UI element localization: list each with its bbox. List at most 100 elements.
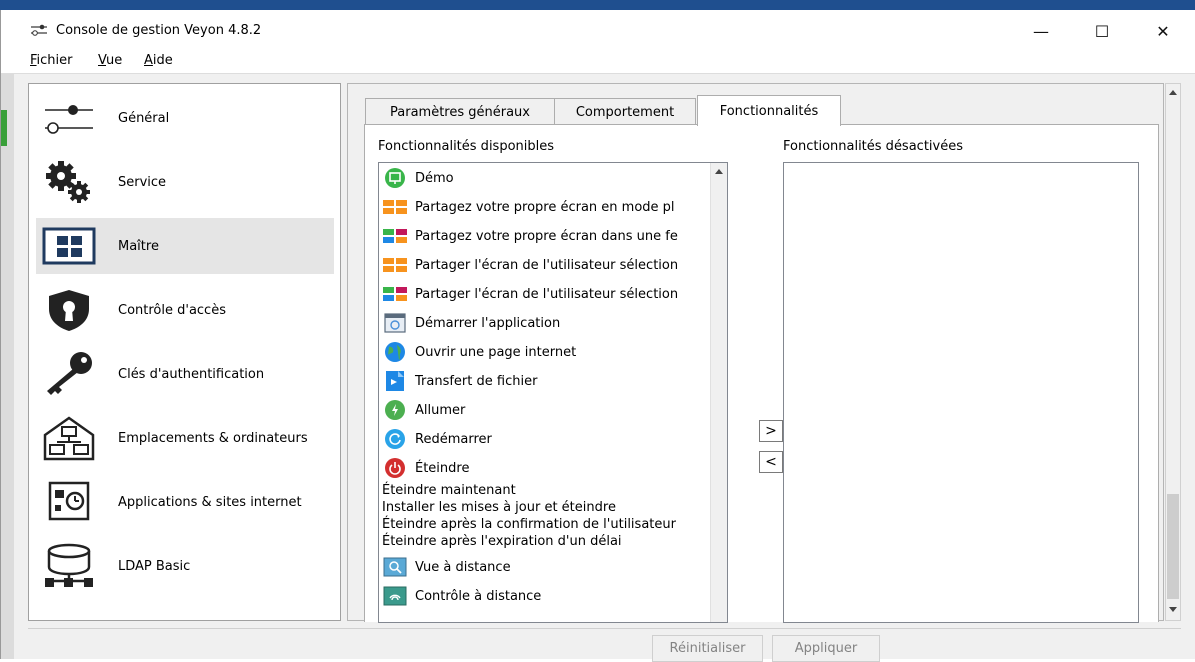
menu-label: ichier [36,53,73,68]
list-item[interactable]: Vue à distance [383,553,511,581]
feature-label: Partagez votre propre écran en mode pl [415,199,675,215]
move-to-disabled-button[interactable]: > [759,420,783,442]
master-grid-icon [42,227,96,265]
feature-label: Ouvrir une page internet [415,344,577,360]
menu-bar: Fichier Vue Aide [1,50,1195,74]
disabled-features-label: Fonctionnalités désactivées [783,139,963,154]
title-bar: Console de gestion Veyon 4.8.2 — ☐ ✕ [1,10,1195,50]
move-to-available-button[interactable]: < [759,451,783,473]
sidebar-item-ldap[interactable]: LDAP Basic [36,538,334,594]
start-app-icon [383,312,407,334]
screen-share-fullscreen-icon [383,254,407,276]
tab-fonctionnalites[interactable]: Fonctionnalités [697,95,841,126]
feature-label: Transfert de fichier [415,373,538,389]
feature-label: Contrôle à distance [415,588,542,604]
reset-button[interactable]: Réinitialiser [652,635,763,662]
sidebar-item-service[interactable]: Service [36,154,334,210]
apply-button[interactable]: Appliquer [772,635,880,662]
screen-share-fullscreen-icon [383,196,407,218]
list-item[interactable]: Transfert de fichier [383,367,537,395]
sidebar-item-label: Général [118,110,170,126]
house-network-icon [43,416,95,461]
list-item[interactable]: Allumer [383,396,465,424]
list-item[interactable]: Démo [383,164,454,192]
sidebar-item-cles[interactable]: Clés d'authentification [36,346,334,402]
sidebar-item-general[interactable]: Général [36,90,334,146]
menu-aide[interactable]: Aide [144,53,173,68]
restart-icon [383,428,407,450]
sidebar-item-maitre[interactable]: Maître [36,218,334,274]
demo-screen-icon [383,167,407,189]
available-list-scrollbar[interactable] [710,163,727,622]
maximize-button[interactable]: ☐ [1082,18,1122,44]
power-off-icon [383,457,407,479]
key-icon [47,352,92,395]
minimize-button[interactable]: — [1021,18,1061,44]
sidebar-item-label: Contrôle d'accès [118,302,226,318]
sidebar-item-label: Emplacements & ordinateurs [118,430,308,446]
gears-icon [46,161,90,203]
list-item[interactable]: Éteindre [383,454,469,482]
feature-text-item[interactable]: Éteindre maintenant [382,483,516,500]
window-title: Console de gestion Veyon 4.8.2 [56,23,262,38]
sidebar-item-label: Service [118,174,167,190]
veyon-app-icon [31,24,47,36]
scrollbar-thumb[interactable] [1167,494,1179,599]
disabled-features-list[interactable] [783,162,1139,623]
sidebar-item-emplacements[interactable]: Emplacements & ordinateurs [36,410,334,466]
menu-label: ide [152,53,173,68]
menu-accel: A [144,53,153,68]
feature-label: Allumer [415,402,466,418]
menu-label: ue [106,53,123,68]
main-window: Console de gestion Veyon 4.8.2 — ☐ ✕ Fic… [0,10,1195,662]
remote-control-icon [383,585,407,607]
tab-parametres-generaux[interactable]: Paramètres généraux [365,98,555,125]
sidebar-item-label: Maître [118,238,159,254]
available-features-label: Fonctionnalités disponibles [378,139,555,154]
screen-share-window-icon [383,225,407,247]
list-item[interactable]: Contrôle à distance [383,582,541,610]
sidebar-item-controle-acces[interactable]: Contrôle d'accès [36,282,334,338]
list-item[interactable]: Démarrer l'application [383,309,560,337]
scroll-up-icon[interactable] [714,167,724,175]
menu-vue[interactable]: Vue [98,53,122,68]
sidebar-item-label: Applications & sites internet [118,494,302,510]
remote-view-icon [383,556,407,578]
panel-scrollbar[interactable] [1165,83,1181,621]
feature-text-item[interactable]: Éteindre après la confirmation de l'util… [382,517,676,534]
list-item[interactable]: Partagez votre propre écran dans une fe [383,222,678,250]
menu-fichier[interactable]: Fichier [30,53,73,68]
scroll-up-icon[interactable] [1168,88,1178,96]
close-button[interactable]: ✕ [1143,18,1183,44]
list-item[interactable]: Partagez votre propre écran en mode pl [383,193,675,221]
slider-toggle-icon [45,105,93,134]
feature-text-item[interactable]: Éteindre après l'expiration d'un délai [382,534,622,551]
sidebar-item-applications[interactable]: Applications & sites internet [36,474,334,530]
feature-label: Partagez votre propre écran dans une fe [415,228,678,244]
footer-separator [28,628,1181,629]
feature-text-item[interactable]: Installer les mises à jour et éteindre [382,500,616,517]
list-item[interactable]: Ouvrir une page internet [383,338,576,366]
feature-label: Redémarrer [415,431,492,447]
list-item[interactable]: Partager l'écran de l'utilisateur sélect… [383,280,678,308]
list-item[interactable]: Partager l'écran de l'utilisateur sélect… [383,251,678,279]
power-on-icon [383,399,407,421]
feature-label: Vue à distance [415,559,511,575]
scroll-down-icon[interactable] [1168,606,1178,614]
features-tab-page: Fonctionnalités disponibles Fonctionnali… [364,124,1159,623]
screen-share-window-icon [383,283,407,305]
settings-panel: Paramètres généraux Comportement Fonctio… [347,83,1164,623]
list-item[interactable]: Redémarrer [383,425,492,453]
shield-keyhole-icon [49,290,89,331]
available-features-list[interactable]: Démo Partagez votre propre écran en mode… [378,162,728,623]
tab-comportement[interactable]: Comportement [554,98,696,125]
background-window-strip [1,74,14,659]
feature-label: Partager l'écran de l'utilisateur sélect… [415,257,679,273]
database-network-icon [45,543,93,587]
file-transfer-icon [383,370,407,392]
feature-label: Démo [415,170,454,186]
app-clock-icon [48,481,90,521]
menu-accel: V [98,53,107,68]
globe-icon [383,341,407,363]
feature-label: Partager l'écran de l'utilisateur sélect… [415,286,679,302]
